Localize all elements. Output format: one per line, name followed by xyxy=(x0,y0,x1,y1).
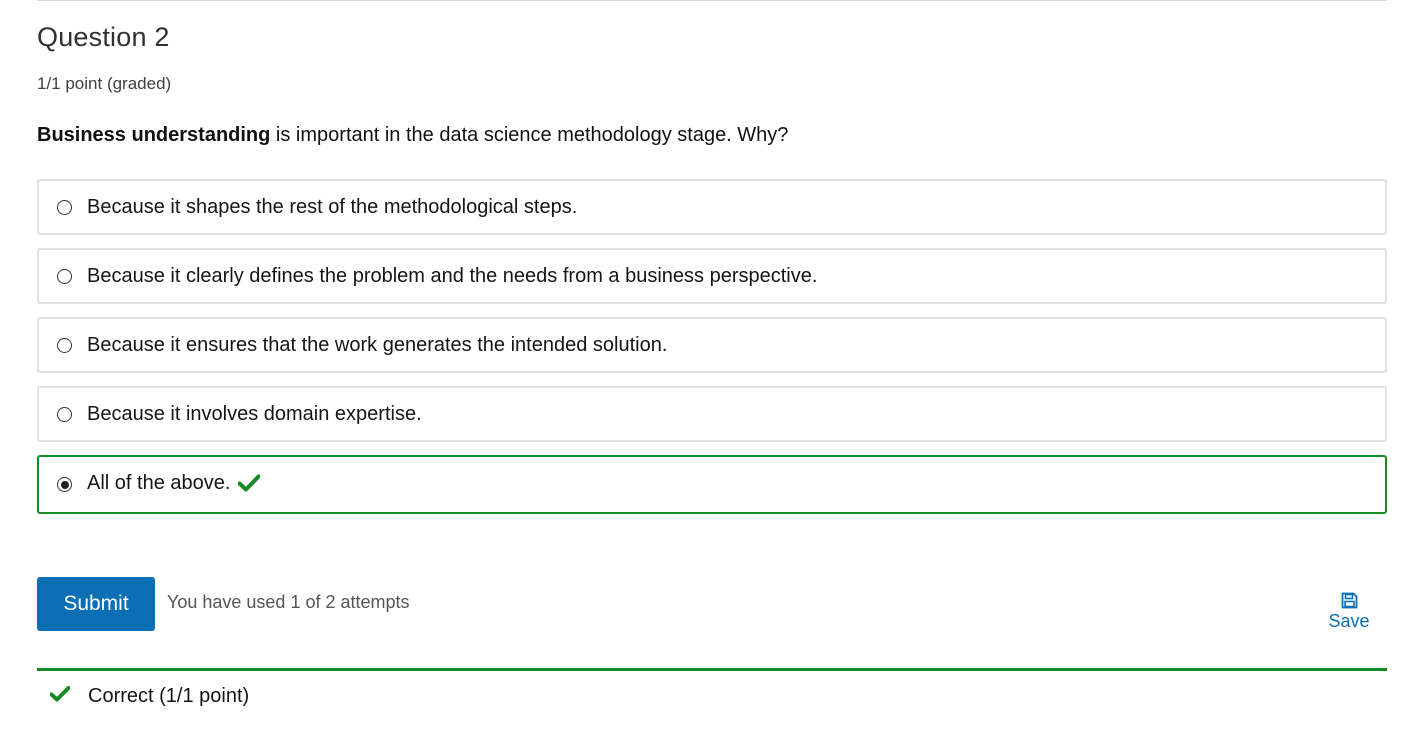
radio-button[interactable] xyxy=(57,406,72,422)
check-icon xyxy=(49,686,71,707)
question-title: Question 2 xyxy=(37,22,170,52)
prompt-text: is important in the data science methodo… xyxy=(270,124,789,146)
radio-button[interactable] xyxy=(57,268,72,284)
answer-option-5-correct[interactable]: All of the above. xyxy=(37,455,1387,514)
top-divider xyxy=(37,0,1387,1)
result-notification: Correct (1/1 point) xyxy=(49,685,250,708)
question-prompt: Business understanding is important in t… xyxy=(37,124,788,147)
answer-option-3[interactable]: Because it ensures that the work generat… xyxy=(37,317,1387,373)
radio-button[interactable] xyxy=(57,199,72,215)
answer-option-label: All of the above. xyxy=(87,471,231,494)
submit-button[interactable]: Submit xyxy=(37,577,155,631)
check-icon xyxy=(237,474,261,498)
result-label: Correct (1/1 point) xyxy=(88,685,250,707)
attempts-status: You have used 1 of 2 attempts xyxy=(167,592,410,612)
radio-button[interactable] xyxy=(57,337,72,353)
question-points: 1/1 point (graded) xyxy=(37,74,172,93)
answer-option-label: Because it clearly defines the problem a… xyxy=(87,264,818,287)
answer-option-label-wrap: All of the above. xyxy=(87,471,261,498)
answer-option-label: Because it involves domain expertise. xyxy=(87,402,422,425)
problem-page: Question 2 1/1 point (graded) Business u… xyxy=(0,0,1409,744)
answer-option-label: Because it shapes the rest of the method… xyxy=(87,195,578,218)
answer-option-2[interactable]: Because it clearly defines the problem a… xyxy=(37,248,1387,304)
answer-options: Because it shapes the rest of the method… xyxy=(37,179,1387,527)
result-divider xyxy=(37,668,1387,671)
floppy-disk-icon xyxy=(1322,592,1376,609)
answer-option-1[interactable]: Because it shapes the rest of the method… xyxy=(37,179,1387,235)
radio-button-selected[interactable] xyxy=(57,477,72,492)
answer-option-label: Because it ensures that the work generat… xyxy=(87,333,668,356)
save-label: Save xyxy=(1328,611,1370,631)
prompt-bold-term: Business understanding xyxy=(37,124,271,146)
answer-option-4[interactable]: Because it involves domain expertise. xyxy=(37,386,1387,442)
save-button[interactable]: Save xyxy=(1322,592,1376,632)
